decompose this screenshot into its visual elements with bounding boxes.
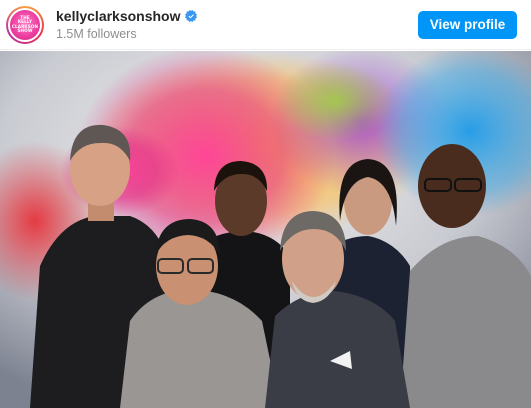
kelly-clarkson-show-logo: THE KELLY CLARKSON SHOW <box>10 9 40 40</box>
post-photo[interactable] <box>0 51 531 408</box>
post-header: THE KELLY CLARKSON SHOW kellyclarksonsho… <box>0 0 531 50</box>
group-photo-illustration <box>0 51 531 408</box>
avatar[interactable]: THE KELLY CLARKSON SHOW <box>6 5 44 44</box>
follower-count: 1.5M followers <box>56 27 137 41</box>
verified-badge-icon <box>184 10 197 22</box>
account-info: kellyclarksonshow 1.5M followers <box>56 8 418 41</box>
instagram-embed: THE KELLY CLARKSON SHOW kellyclarksonsho… <box>0 0 531 408</box>
view-profile-button[interactable]: View profile <box>418 10 517 39</box>
username-link[interactable]: kellyclarksonshow <box>56 8 181 24</box>
